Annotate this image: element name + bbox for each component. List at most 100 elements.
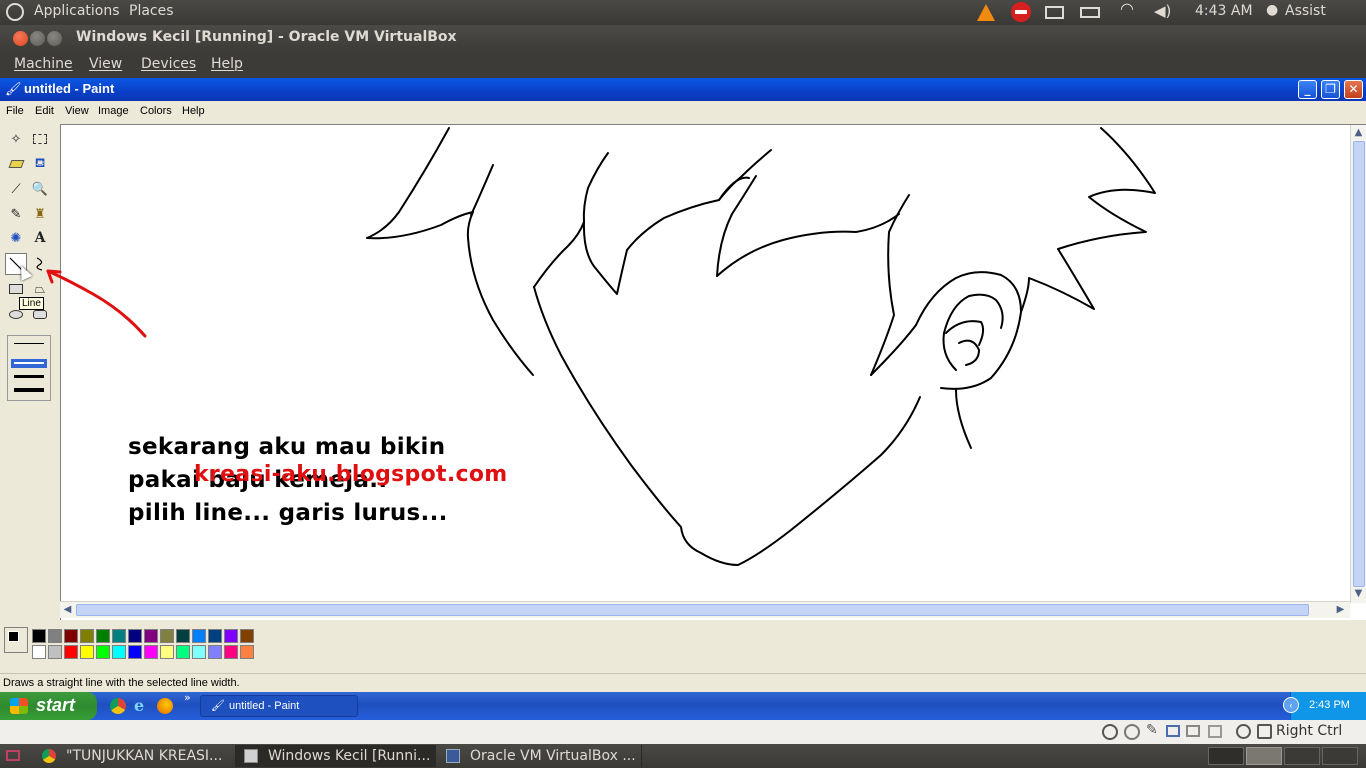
maximize-icon[interactable]: [47, 31, 62, 46]
restore-button[interactable]: ❐: [1321, 80, 1340, 99]
battery-icon[interactable]: [1080, 7, 1100, 18]
width-option-3[interactable]: [14, 375, 44, 378]
network-icon[interactable]: [1186, 725, 1200, 737]
places-menu[interactable]: Places: [129, 3, 174, 19]
palette-swatch[interactable]: [144, 629, 158, 643]
eyedropper-icon[interactable]: ⟋: [5, 178, 27, 200]
minimize-button[interactable]: _: [1298, 80, 1317, 99]
palette-swatch[interactable]: [160, 629, 174, 643]
scroll-right-icon[interactable]: ▶: [1333, 603, 1348, 618]
palette-swatch[interactable]: [64, 629, 78, 643]
palette-swatch[interactable]: [192, 645, 206, 659]
palette-swatch[interactable]: [128, 629, 142, 643]
horizontal-scroll-thumb[interactable]: [76, 604, 1309, 616]
palette-swatch[interactable]: [112, 629, 126, 643]
workspace-1[interactable]: [1208, 747, 1244, 765]
palette-swatch[interactable]: [32, 629, 46, 643]
close-icon[interactable]: [13, 31, 28, 46]
fill-icon[interactable]: ⛾: [29, 153, 51, 175]
palette-swatch[interactable]: [224, 629, 238, 643]
airbrush-icon[interactable]: ✺: [5, 227, 27, 249]
text-icon[interactable]: A: [29, 227, 51, 249]
free-select-icon[interactable]: ✧: [5, 128, 27, 150]
palette-swatch[interactable]: [48, 645, 62, 659]
ubuntu-logo-icon[interactable]: [6, 3, 24, 21]
eraser-icon[interactable]: [5, 153, 27, 175]
menu-colors[interactable]: Colors: [140, 105, 172, 117]
firefox-quicklaunch-icon[interactable]: [157, 698, 173, 714]
menu-machine[interactable]: Machine: [14, 56, 73, 72]
scroll-down-icon[interactable]: ▼: [1351, 587, 1366, 602]
vertical-scroll-thumb[interactable]: [1353, 141, 1365, 587]
palette-swatch[interactable]: [208, 629, 222, 643]
palette-swatch[interactable]: [208, 645, 222, 659]
volume-icon[interactable]: ◀): [1154, 2, 1171, 20]
chrome-quicklaunch-icon[interactable]: [110, 698, 126, 714]
palette-swatch[interactable]: [80, 645, 94, 659]
wifi-icon[interactable]: ◠: [1120, 0, 1134, 18]
hard-disk-icon[interactable]: [1102, 724, 1118, 740]
palette-swatch[interactable]: [32, 645, 46, 659]
scroll-up-icon[interactable]: ▲: [1351, 126, 1366, 141]
brush-icon[interactable]: ♜: [29, 203, 51, 225]
width-option-4[interactable]: [14, 388, 44, 392]
palette-swatch[interactable]: [176, 629, 190, 643]
task-virtualbox-manager[interactable]: Oracle VM VirtualBox ...: [436, 745, 642, 767]
no-entry-icon[interactable]: [1011, 2, 1031, 22]
usb-icon[interactable]: ✎: [1146, 722, 1158, 738]
palette-swatch[interactable]: [48, 629, 62, 643]
magnifier-icon[interactable]: 🔍: [29, 178, 51, 200]
menu-view[interactable]: View: [65, 105, 89, 117]
close-button[interactable]: ✕: [1344, 80, 1363, 99]
shared-folders-icon[interactable]: [1166, 725, 1180, 737]
vertical-scrollbar[interactable]: ▲ ▼: [1350, 125, 1366, 603]
mouse-integration-icon[interactable]: [1236, 724, 1251, 739]
show-desktop-icon[interactable]: [6, 750, 20, 761]
menu-help[interactable]: Help: [211, 56, 243, 72]
menu-image[interactable]: Image: [98, 105, 129, 117]
palette-swatch[interactable]: [240, 629, 254, 643]
menu-file[interactable]: File: [6, 105, 24, 117]
palette-swatch[interactable]: [96, 629, 110, 643]
palette-swatch[interactable]: [112, 645, 126, 659]
task-windows-kecil[interactable]: Windows Kecil [Runni...: [236, 745, 436, 767]
scroll-left-icon[interactable]: ◀: [60, 603, 75, 618]
quicklaunch-more-icon[interactable]: »: [184, 691, 191, 704]
palette-swatch[interactable]: [144, 645, 158, 659]
start-button[interactable]: start: [0, 692, 97, 720]
menu-help[interactable]: Help: [182, 105, 205, 117]
palette-swatch[interactable]: [80, 629, 94, 643]
minimize-icon[interactable]: [30, 31, 45, 46]
taskbar-item-paint[interactable]: 🖌 untitled - Paint: [200, 695, 358, 717]
applications-menu[interactable]: Applications: [34, 3, 120, 19]
tray-chevron-icon[interactable]: ‹: [1283, 697, 1299, 713]
host-key-icon[interactable]: [1257, 724, 1272, 739]
horizontal-scrollbar[interactable]: ◀ ▶: [60, 601, 1350, 618]
workspace-4[interactable]: [1322, 747, 1358, 765]
palette-swatch[interactable]: [160, 645, 174, 659]
optical-drive-icon[interactable]: [1124, 724, 1140, 740]
menu-view[interactable]: View: [89, 56, 122, 72]
palette-swatch[interactable]: [128, 645, 142, 659]
display-icon[interactable]: [1208, 725, 1222, 738]
ie-quicklaunch-icon[interactable]: e: [134, 696, 144, 715]
user-name[interactable]: Assist: [1285, 3, 1326, 19]
menu-edit[interactable]: Edit: [35, 105, 54, 117]
palette-swatch[interactable]: [192, 629, 206, 643]
palette-swatch[interactable]: [224, 645, 238, 659]
workspace-2[interactable]: [1246, 747, 1282, 765]
palette-swatch[interactable]: [64, 645, 78, 659]
palette-swatch[interactable]: [96, 645, 110, 659]
workspace-3[interactable]: [1284, 747, 1320, 765]
drawing-canvas[interactable]: sekarang aku mau bikin pakai baju kemeja…: [60, 124, 1366, 620]
task-browser[interactable]: "TUNJUKKAN KREASI...: [34, 745, 236, 767]
pencil-icon[interactable]: ✎: [5, 203, 27, 225]
clock[interactable]: 4:43 AM: [1195, 3, 1253, 19]
vlc-icon[interactable]: [977, 4, 995, 21]
mail-icon[interactable]: [1045, 6, 1064, 19]
xp-clock[interactable]: 2:43 PM: [1309, 699, 1350, 711]
width-option-2[interactable]: [11, 359, 47, 368]
current-colors[interactable]: [4, 627, 28, 653]
palette-swatch[interactable]: [240, 645, 254, 659]
rect-select-icon[interactable]: [29, 128, 51, 150]
